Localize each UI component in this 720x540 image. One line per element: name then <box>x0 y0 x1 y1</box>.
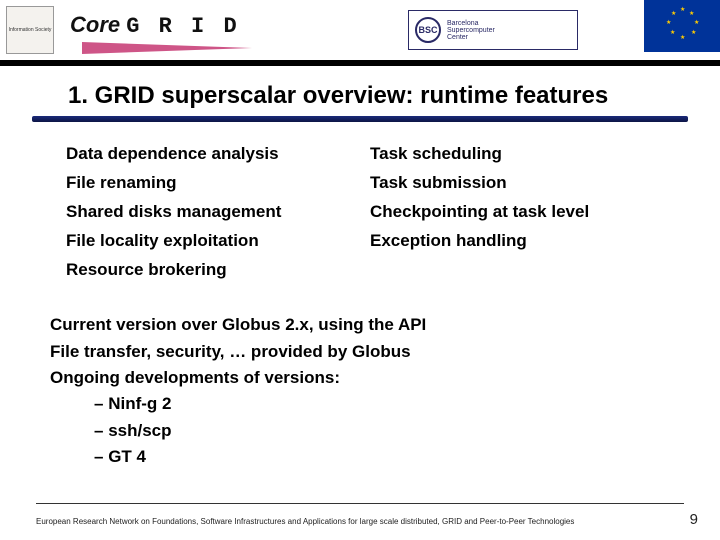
feature-item: File renaming <box>66 169 350 198</box>
bsc-logo: BSC Barcelona Supercomputer Center <box>408 10 578 50</box>
bsc-line2: Supercomputer <box>447 27 495 34</box>
bsc-circle-icon: BSC <box>415 17 441 43</box>
page-number: 9 <box>690 511 698 528</box>
feature-item: Task submission <box>370 169 654 198</box>
coregrid-logo: Core G R I D <box>70 12 240 39</box>
footer-text: European Research Network on Foundations… <box>36 517 574 526</box>
features-left-col: Data dependence analysis File renaming S… <box>66 140 350 284</box>
features-right-col: Task scheduling Task submission Checkpoi… <box>370 140 654 284</box>
info-society-logo: Information Society <box>6 6 54 54</box>
eu-stars-icon: ★★ ★★ ★★ ★★ <box>665 9 699 43</box>
feature-item: File locality exploitation <box>66 227 350 256</box>
lower-line: Ongoing developments of versions: <box>50 365 670 391</box>
feature-item: Checkpointing at task level <box>370 198 654 227</box>
feature-item: Resource brokering <box>66 256 350 285</box>
sub-item: ssh/scp <box>50 418 670 444</box>
feature-item: Exception handling <box>370 227 654 256</box>
bsc-line3: Center <box>447 34 495 41</box>
info-society-text: Information Society <box>9 27 52 33</box>
header-bar: Information Society Core G R I D BSC Bar… <box>0 0 720 64</box>
bsc-line1: Barcelona <box>447 20 495 27</box>
sub-item: GT 4 <box>50 444 670 470</box>
core-word: Core <box>70 12 120 37</box>
feature-item: Shared disks management <box>66 198 350 227</box>
lower-line: Current version over Globus 2.x, using t… <box>50 312 670 338</box>
feature-item: Data dependence analysis <box>66 140 350 169</box>
footer-divider <box>36 503 684 504</box>
lower-line: File transfer, security, … provided by G… <box>50 339 670 365</box>
eu-flag-icon: ★★ ★★ ★★ ★★ <box>644 0 720 52</box>
grid-word: G R I D <box>126 14 239 39</box>
lower-block: Current version over Globus 2.x, using t… <box>0 312 720 470</box>
header-divider <box>0 60 720 66</box>
sub-item: Ninf-g 2 <box>50 391 670 417</box>
features-columns: Data dependence analysis File renaming S… <box>0 122 720 284</box>
title-block: 1. GRID superscalar overview: runtime fe… <box>0 82 720 122</box>
arrow-icon <box>82 42 252 54</box>
page-title: 1. GRID superscalar overview: runtime fe… <box>32 82 688 110</box>
feature-item: Task scheduling <box>370 140 654 169</box>
